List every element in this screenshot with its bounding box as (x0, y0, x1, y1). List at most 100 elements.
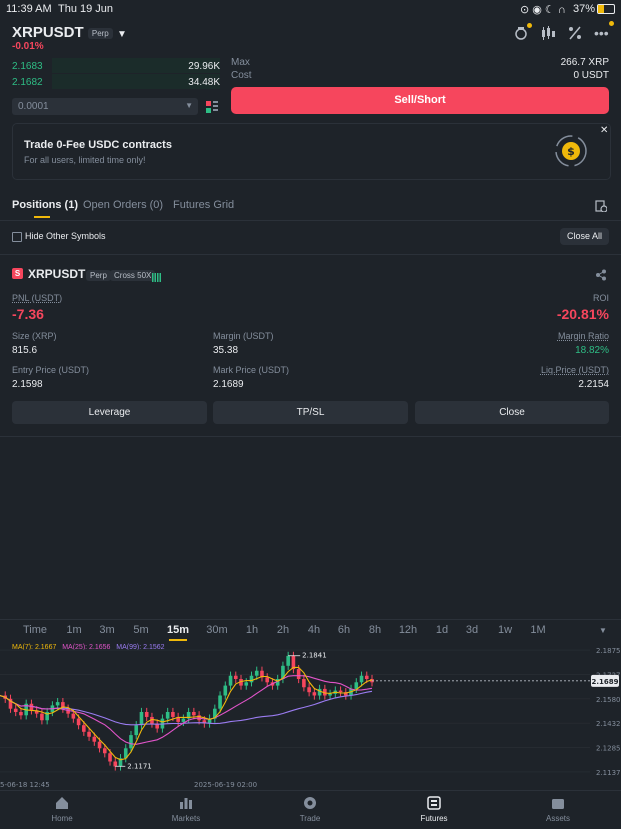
roi-label: ROI (592, 293, 609, 303)
precision-value: 0.0001 (18, 101, 49, 112)
history-icon[interactable] (595, 199, 608, 213)
candle-body (302, 679, 306, 688)
timeframe-1m[interactable]: 1M (524, 624, 552, 636)
candle-body (228, 675, 233, 686)
nav-futures-label: Futures (420, 814, 448, 823)
share-icon[interactable] (595, 268, 607, 281)
timeframe-30m[interactable]: 30m (203, 624, 231, 636)
tpsl-button[interactable]: TP/SL (213, 401, 408, 424)
status-time: 11:39 AM (6, 3, 52, 15)
y-tick-label: 2.1137 (596, 769, 621, 777)
candle-body (165, 712, 170, 719)
position-symbol[interactable]: XRPUSDT (28, 267, 85, 281)
promo-banner[interactable]: Trade 0-Fee USDC contracts For all users… (12, 123, 611, 180)
candle-body (244, 682, 249, 686)
candle-body (102, 748, 107, 754)
timeframe-5m[interactable]: 5m (127, 624, 155, 636)
nav-trade[interactable]: Trade (275, 796, 345, 823)
short-side-icon: S (12, 268, 23, 279)
y-tick-label: 2.1432 (596, 720, 621, 728)
svg-text:$: $ (567, 145, 575, 158)
margin-label: Margin (USDT) (213, 331, 274, 341)
timeframe-8h[interactable]: 8h (361, 624, 389, 636)
candle-body (19, 712, 23, 716)
timeframe-2h[interactable]: 2h (269, 624, 297, 636)
candle-body (223, 685, 228, 696)
mark-price-value: 2.1689 (213, 379, 244, 390)
timeframe-1h[interactable]: 1h (238, 624, 266, 636)
candlestick-icon[interactable] (540, 25, 556, 41)
close-position-button[interactable]: Close (415, 401, 609, 424)
candle-body (312, 692, 317, 696)
candle-body (40, 713, 44, 721)
current-price-label: 2.1689 (591, 678, 618, 686)
more-icon[interactable]: ••• (594, 21, 614, 41)
nav-trade-label: Trade (299, 814, 321, 823)
candle-body (338, 690, 343, 693)
battery-percent: 37% (573, 3, 596, 15)
futures-icon (427, 796, 441, 810)
candle-body (71, 713, 76, 719)
timeframe-6h[interactable]: 6h (330, 624, 358, 636)
candle-body (265, 677, 270, 683)
hide-symbols-checkbox[interactable] (12, 232, 22, 242)
bid-price[interactable]: 2.1683 (12, 61, 43, 72)
timeframe-3d[interactable]: 3d (458, 624, 486, 636)
candle-body (181, 718, 186, 722)
symbol-title[interactable]: XRPUSDT Perp ▼ (12, 24, 127, 41)
candle-body (134, 725, 139, 736)
nav-markets[interactable]: Markets (151, 796, 221, 823)
symbol-name: XRPUSDT (12, 24, 84, 41)
timeframe-1w[interactable]: 1w (491, 624, 519, 636)
timeframe-3m[interactable]: 3m (93, 624, 121, 636)
pnl-label[interactable]: PNL (USDT) (12, 293, 62, 303)
tab-open-orders[interactable]: Open Orders (0) (83, 199, 163, 211)
cost-value: 0 USDT (573, 70, 609, 81)
bid-price[interactable]: 2.1682 (12, 77, 43, 88)
timeframe-time[interactable]: Time (21, 624, 49, 636)
roi-value: -20.81% (556, 306, 609, 322)
margin-value: 35.38 (213, 345, 239, 356)
sell-short-button[interactable]: Sell/Short (231, 87, 609, 114)
tab-futures-grid[interactable]: Futures Grid (173, 199, 234, 211)
nav-home[interactable]: Home (27, 796, 97, 823)
candle-body (13, 708, 18, 712)
close-icon[interactable]: ✕ (600, 125, 608, 136)
ma7-line (0, 666, 373, 761)
margin-ratio-label[interactable]: Margin Ratio (558, 331, 609, 341)
candle-body (139, 712, 144, 726)
liq-price-label[interactable]: Liq.Price (USDT) (541, 365, 609, 375)
tab-positions[interactable]: Positions (1) (12, 199, 78, 211)
timeframe-1m[interactable]: 1m (60, 624, 88, 636)
candle-body (76, 718, 81, 726)
price-chart[interactable]: 2.18752.17272.15802.14322.12852.11372.16… (0, 640, 621, 790)
candle-body (129, 735, 133, 749)
candle-body (296, 669, 301, 679)
promo-subtitle: For all users, limited time only! (24, 155, 146, 165)
precision-select[interactable]: 0.0001 ▼ (12, 98, 198, 115)
divider (0, 220, 621, 221)
position-cross-tag: Cross 50X (110, 270, 156, 281)
size-value: 815.6 (12, 345, 38, 356)
timeframe-4h[interactable]: 4h (300, 624, 328, 636)
timeframe-1d[interactable]: 1d (428, 624, 456, 636)
timeframe-12h[interactable]: 12h (394, 624, 422, 636)
timeframe-15m[interactable]: 15m (164, 624, 192, 636)
candle-body (218, 695, 222, 709)
candle-body (113, 761, 118, 767)
bar-chart-icon (180, 798, 192, 809)
nav-assets-label: Assets (545, 814, 570, 823)
leverage-button[interactable]: Leverage (12, 401, 207, 424)
alarm-icon[interactable] (513, 23, 532, 41)
orderbook-layout-icon[interactable] (206, 100, 218, 113)
candle-body (171, 712, 175, 717)
close-all-button[interactable]: Close All (560, 228, 609, 245)
chevron-down-icon[interactable]: ▼ (599, 626, 607, 635)
battery-icon (597, 4, 615, 14)
nav-futures[interactable]: Futures (399, 796, 469, 823)
divider (0, 436, 621, 437)
mark-price-label: Mark Price (USDT) (213, 365, 289, 375)
nav-assets[interactable]: Assets (523, 796, 593, 823)
status-icons: ⊙ ◉ ☾ ∩ (520, 4, 566, 16)
percent-icon[interactable] (567, 25, 583, 41)
